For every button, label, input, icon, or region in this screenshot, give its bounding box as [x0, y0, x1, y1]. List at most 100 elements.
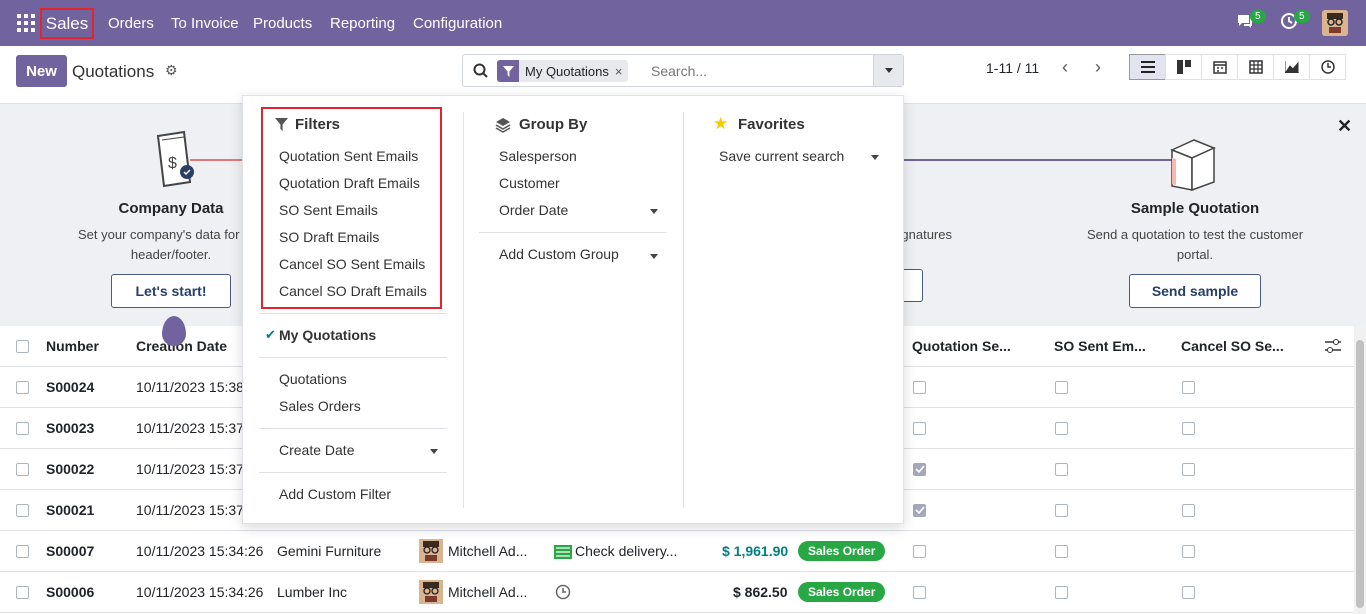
pager-previous-icon[interactable]: ‹ [1050, 54, 1080, 81]
row-number: S00006 [46, 584, 95, 600]
pager-value[interactable]: 1-11 / 11 [986, 60, 1039, 76]
row-number: S00023 [46, 420, 95, 436]
custom-group-caret-icon[interactable] [650, 254, 658, 259]
filter-quotation-draft-emails[interactable]: Quotation Draft Emails [279, 175, 420, 191]
list-view-icon[interactable] [1129, 54, 1166, 80]
calendar-view-icon[interactable] [1201, 54, 1238, 80]
top-navbar: Sales Orders To Invoice Products Reporti… [0, 0, 1366, 46]
cursor-drop-marker [162, 316, 186, 346]
header-number[interactable]: Number [46, 338, 99, 354]
cancel-so-checkbox [1182, 463, 1195, 476]
row-number: S00022 [46, 461, 95, 477]
search-options-dropdown: Filters Quotation Sent Emails Quotation … [242, 95, 904, 524]
row-salesperson: Mitchell Ad... [448, 584, 528, 600]
row-date: 10/11/2023 15:37 [136, 502, 244, 518]
so-sent-checkbox [1055, 422, 1068, 435]
filters-title: Filters [295, 116, 341, 133]
save-current-search[interactable]: Save current search [719, 148, 844, 164]
row-total: $ 862.50 [733, 584, 788, 600]
create-date-caret-icon[interactable] [430, 449, 438, 454]
select-all-checkbox[interactable] [16, 340, 29, 353]
filter-quotations[interactable]: Quotations [279, 371, 347, 387]
row-customer: Gemini Furniture [277, 543, 382, 559]
row-salesperson: Mitchell Ad... [448, 543, 528, 559]
table-row[interactable]: S00007 10/11/2023 15:34:26 Gemini Furnit… [0, 531, 1354, 572]
lets-start-button[interactable]: Let's start! [111, 274, 231, 308]
groupby-salesperson[interactable]: Salesperson [499, 148, 577, 164]
cancel-so-checkbox [1182, 381, 1195, 394]
user-avatar[interactable] [1322, 10, 1348, 36]
search-facet: My Quotations × [497, 60, 629, 82]
gear-icon[interactable]: ⚙ [165, 62, 178, 79]
row-checkbox[interactable] [16, 504, 29, 517]
menu-orders[interactable]: Orders [108, 15, 154, 32]
filter-so-sent-emails[interactable]: SO Sent Emails [279, 202, 378, 218]
sample-quotation-desc: Send a quotation to test the customer po… [1086, 227, 1304, 262]
groupby-customer[interactable]: Customer [499, 175, 560, 191]
so-sent-checkbox [1055, 504, 1068, 517]
filter-cancel-so-draft-emails[interactable]: Cancel SO Draft Emails [279, 283, 427, 299]
activities-icon[interactable]: 5 [1280, 10, 1310, 33]
optional-columns-icon[interactable] [1325, 339, 1341, 353]
search-options-toggle[interactable] [873, 55, 903, 86]
save-search-caret-icon[interactable] [871, 155, 879, 160]
cancel-so-checkbox [1182, 545, 1195, 558]
search-input[interactable]: Search... [651, 63, 707, 79]
menu-configuration[interactable]: Configuration [413, 15, 502, 32]
send-sample-button[interactable]: Send sample [1129, 274, 1261, 308]
row-activity: Check delivery... [575, 543, 678, 559]
new-button[interactable]: New [16, 55, 67, 87]
row-date: 10/11/2023 15:34:26 [136, 584, 264, 600]
filter-my-quotations[interactable]: My Quotations [279, 327, 376, 343]
app-menu-icon[interactable] [17, 14, 35, 32]
groupby-order-date[interactable]: Order Date [499, 202, 568, 218]
quotation-sent-checkbox [913, 586, 926, 599]
header-cancel-so[interactable]: Cancel SO Se... [1181, 338, 1284, 354]
pager-next-icon[interactable]: › [1083, 54, 1113, 81]
row-checkbox[interactable] [16, 381, 29, 394]
so-sent-checkbox [1055, 545, 1068, 558]
menu-products[interactable]: Products [253, 15, 312, 32]
facet-remove-icon[interactable]: × [615, 64, 629, 79]
kanban-view-icon[interactable] [1165, 54, 1202, 80]
menu-to-invoice[interactable]: To Invoice [171, 15, 239, 32]
add-custom-filter[interactable]: Add Custom Filter [279, 486, 391, 502]
progress-line-2 [900, 159, 1175, 161]
filter-create-date[interactable]: Create Date [279, 442, 354, 458]
divider [479, 232, 667, 233]
filter-sales-orders[interactable]: Sales Orders [279, 398, 361, 414]
row-number: S00021 [46, 502, 95, 518]
pivot-view-icon[interactable] [1237, 54, 1274, 80]
svg-text:$: $ [168, 155, 177, 172]
activity-view-icon[interactable] [1309, 54, 1346, 80]
app-brand[interactable]: Sales [40, 8, 94, 39]
header-quotation-sent[interactable]: Quotation Se... [912, 338, 1011, 354]
filter-cancel-so-sent-emails[interactable]: Cancel SO Sent Emails [279, 256, 425, 272]
row-date: 10/11/2023 15:38 [136, 379, 244, 395]
search-icon[interactable] [473, 63, 489, 79]
filter-quotation-sent-emails[interactable]: Quotation Sent Emails [279, 148, 418, 164]
check-icon: ✔ [265, 327, 276, 342]
order-date-caret-icon[interactable] [650, 209, 658, 214]
header-so-sent[interactable]: SO Sent Em... [1054, 338, 1146, 354]
add-custom-group[interactable]: Add Custom Group [499, 246, 619, 262]
filter-icon [497, 60, 519, 82]
row-checkbox[interactable] [16, 545, 29, 558]
messages-icon[interactable]: 5 [1236, 10, 1266, 33]
row-total: $ 1,961.90 [722, 543, 789, 559]
filter-so-draft-emails[interactable]: SO Draft Emails [279, 229, 379, 245]
row-checkbox[interactable] [16, 422, 29, 435]
menu-reporting[interactable]: Reporting [330, 15, 395, 32]
scrollbar[interactable] [1354, 326, 1366, 614]
table-row[interactable]: S00006 10/11/2023 15:34:26 Lumber Inc Mi… [0, 572, 1354, 613]
search-bar: My Quotations × Search... [462, 54, 904, 87]
signature-card-desc: signatures s. [892, 227, 952, 262]
clock-icon[interactable] [555, 584, 571, 600]
activity-icon[interactable] [554, 545, 572, 559]
messages-badge: 5 [1250, 10, 1266, 23]
close-icon[interactable]: ✕ [1337, 116, 1352, 137]
row-checkbox[interactable] [16, 586, 29, 599]
page-title: Quotations [72, 62, 155, 81]
row-checkbox[interactable] [16, 463, 29, 476]
graph-view-icon[interactable] [1273, 54, 1310, 80]
